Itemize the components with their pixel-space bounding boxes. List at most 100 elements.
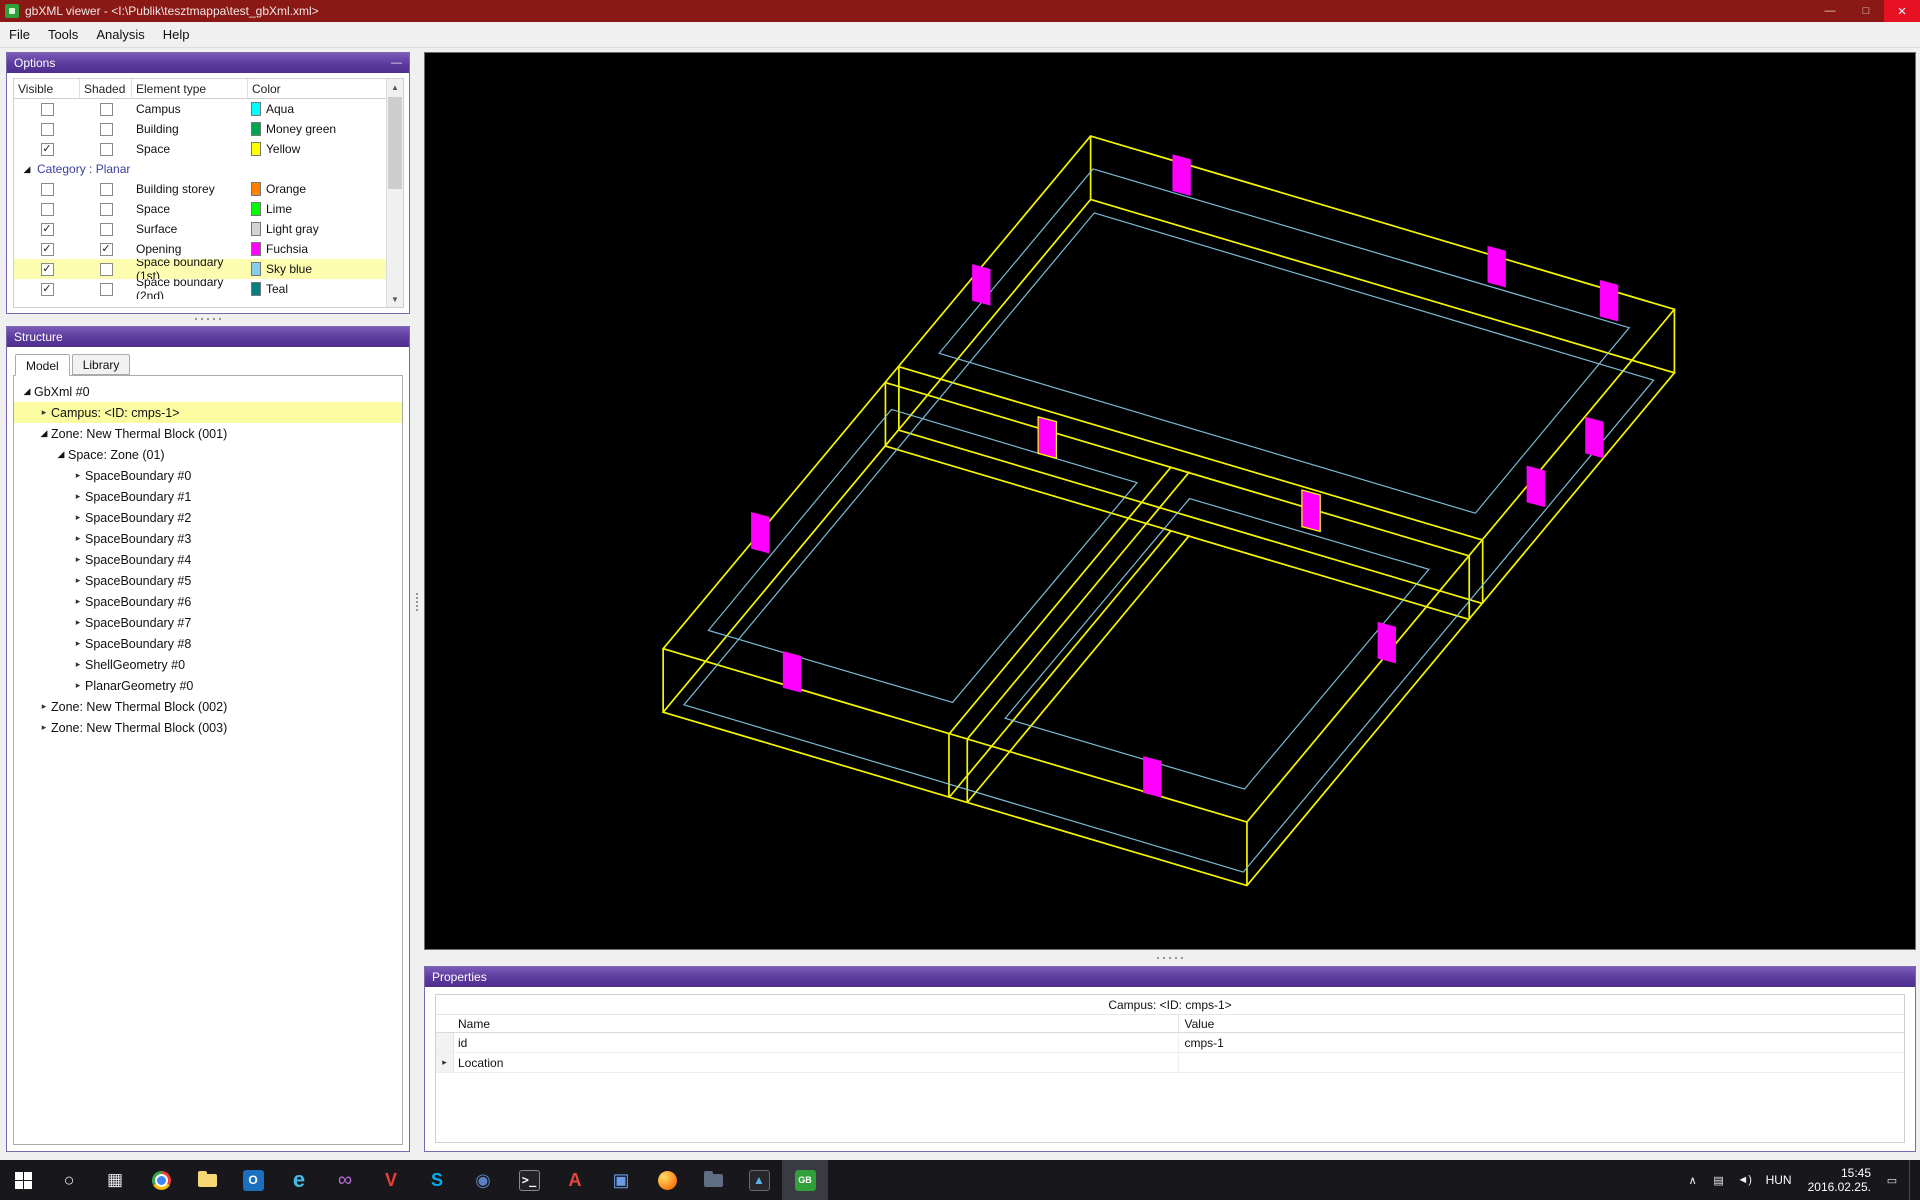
expand-icon[interactable]: ▸	[37, 701, 51, 712]
collapse-icon[interactable]: ◢	[54, 449, 68, 460]
maximize-button[interactable]: □	[1848, 0, 1884, 22]
expand-icon[interactable]: ▸	[71, 470, 85, 481]
tree-item[interactable]: ▸ SpaceBoundary #4	[14, 549, 402, 570]
property-row[interactable]: ▸ Location	[436, 1053, 1904, 1073]
properties-panel-header[interactable]: Properties	[425, 967, 1915, 987]
collapse-icon[interactable]: ◢	[20, 386, 34, 397]
shaded-checkbox[interactable]	[99, 122, 113, 136]
tree-item[interactable]: ◢ Space: Zone (01)	[14, 444, 402, 465]
options-scrollbar[interactable]: ▲ ▼	[386, 79, 403, 307]
color-swatch[interactable]	[251, 142, 261, 156]
taskbar-clock[interactable]: 15:45 2016.02.25.	[1800, 1166, 1879, 1194]
expand-icon[interactable]: ▸	[71, 659, 85, 670]
visible-checkbox[interactable]	[40, 202, 54, 216]
hidden-icons-chevron[interactable]: ∧	[1680, 1174, 1706, 1187]
tab-model[interactable]: Model	[15, 354, 70, 376]
visible-checkbox[interactable]: ✓	[40, 282, 54, 296]
tree-item[interactable]: ▸ SpaceBoundary #0	[14, 465, 402, 486]
expand-icon[interactable]: ▸	[71, 617, 85, 628]
property-row[interactable]: id cmps-1	[436, 1033, 1904, 1053]
chrome-browser[interactable]	[138, 1160, 184, 1200]
expand-icon[interactable]: ▸	[71, 680, 85, 691]
tree-item[interactable]: ▸ SpaceBoundary #5	[14, 570, 402, 591]
options-category-row[interactable]: ◢ Category : Planar	[14, 159, 386, 179]
menu-help[interactable]: Help	[154, 22, 199, 47]
total-commander[interactable]: ▣	[598, 1160, 644, 1200]
expand-icon[interactable]: ▸	[71, 533, 85, 544]
close-button[interactable]: ×	[1884, 0, 1920, 22]
shaded-checkbox[interactable]	[99, 102, 113, 116]
visible-checkbox[interactable]: ✓	[40, 242, 54, 256]
menu-analysis[interactable]: Analysis	[87, 22, 153, 47]
shaded-checkbox[interactable]: ✓	[99, 242, 113, 256]
tree-item[interactable]: ▸ ShellGeometry #0	[14, 654, 402, 675]
shaded-checkbox[interactable]	[99, 182, 113, 196]
visible-checkbox[interactable]	[40, 102, 54, 116]
documents-folder[interactable]	[690, 1160, 736, 1200]
expand-icon[interactable]: ▸	[37, 407, 51, 418]
edge-browser[interactable]: e	[276, 1160, 322, 1200]
visible-checkbox[interactable]: ✓	[40, 142, 54, 156]
visual-studio[interactable]: ∞	[322, 1160, 368, 1200]
color-swatch[interactable]	[251, 102, 261, 116]
visible-checkbox[interactable]	[40, 122, 54, 136]
steam[interactable]: ◉	[460, 1160, 506, 1200]
shaded-checkbox[interactable]	[99, 262, 113, 276]
shaded-checkbox[interactable]	[99, 282, 113, 296]
expand-icon[interactable]: ▸	[71, 512, 85, 523]
tree-item[interactable]: ▸ Campus: <ID: cmps-1>	[14, 402, 402, 423]
show-desktop-button[interactable]	[1909, 1160, 1916, 1200]
expand-icon[interactable]: ▸	[71, 554, 85, 565]
collapse-panel-icon[interactable]: —	[391, 57, 402, 69]
visible-checkbox[interactable]	[40, 182, 54, 196]
tree-item[interactable]: ▸ PlanarGeometry #0	[14, 675, 402, 696]
menu-file[interactable]: File	[0, 22, 39, 47]
vivaldi-browser[interactable]: V	[368, 1160, 414, 1200]
expand-icon[interactable]: ▸	[71, 596, 85, 607]
photos-app[interactable]: ▲	[736, 1160, 782, 1200]
acrobat-reader[interactable]: A	[552, 1160, 598, 1200]
visible-checkbox[interactable]: ✓	[40, 222, 54, 236]
tree-item[interactable]: ▸ SpaceBoundary #8	[14, 633, 402, 654]
tab-library[interactable]: Library	[71, 354, 131, 375]
action-center-icon[interactable]: ▭	[1879, 1174, 1905, 1187]
viewport-3d[interactable]	[424, 52, 1916, 950]
color-swatch[interactable]	[251, 282, 261, 296]
search-button[interactable]: ○	[46, 1160, 92, 1200]
outlook-mail[interactable]: O	[230, 1160, 276, 1200]
options-structure-splitter[interactable]	[6, 314, 410, 324]
viewport-properties-splitter[interactable]	[424, 952, 1916, 964]
tree-item[interactable]: ▸ SpaceBoundary #3	[14, 528, 402, 549]
skype[interactable]: S	[414, 1160, 460, 1200]
color-swatch[interactable]	[251, 222, 261, 236]
display-icon[interactable]: ▤	[1706, 1174, 1732, 1187]
expand-icon[interactable]: ▸	[37, 722, 51, 733]
expand-icon[interactable]: ▸	[71, 575, 85, 586]
tree-item[interactable]: ◢ GbXml #0	[14, 381, 402, 402]
color-swatch[interactable]	[251, 182, 261, 196]
tree-item[interactable]: ▸ SpaceBoundary #1	[14, 486, 402, 507]
scrollbar-thumb[interactable]	[388, 97, 402, 189]
gbxml-viewer[interactable]: GB	[782, 1160, 828, 1200]
structure-panel-header[interactable]: Structure	[7, 327, 409, 347]
start-button[interactable]	[0, 1160, 46, 1200]
tree-item[interactable]: ◢ Zone: New Thermal Block (001)	[14, 423, 402, 444]
firefox-browser[interactable]	[644, 1160, 690, 1200]
tree-item[interactable]: ▸ SpaceBoundary #6	[14, 591, 402, 612]
menu-tools[interactable]: Tools	[39, 22, 87, 47]
tree-item[interactable]: ▸ SpaceBoundary #2	[14, 507, 402, 528]
options-panel-header[interactable]: Options —	[7, 53, 409, 73]
shaded-checkbox[interactable]	[99, 142, 113, 156]
color-swatch[interactable]	[251, 242, 261, 256]
left-main-splitter[interactable]	[411, 52, 423, 1152]
keyboard-layout[interactable]: HUN	[1758, 1173, 1800, 1187]
color-swatch[interactable]	[251, 202, 261, 216]
tree-item[interactable]: ▸ Zone: New Thermal Block (003)	[14, 717, 402, 738]
tree-item[interactable]: ▸ SpaceBoundary #7	[14, 612, 402, 633]
expand-icon[interactable]: ▸	[71, 638, 85, 649]
collapse-icon[interactable]: ◢	[37, 428, 51, 439]
shaded-checkbox[interactable]	[99, 202, 113, 216]
expand-icon[interactable]: ▸	[436, 1053, 454, 1072]
visible-checkbox[interactable]: ✓	[40, 262, 54, 276]
color-swatch[interactable]	[251, 262, 261, 276]
